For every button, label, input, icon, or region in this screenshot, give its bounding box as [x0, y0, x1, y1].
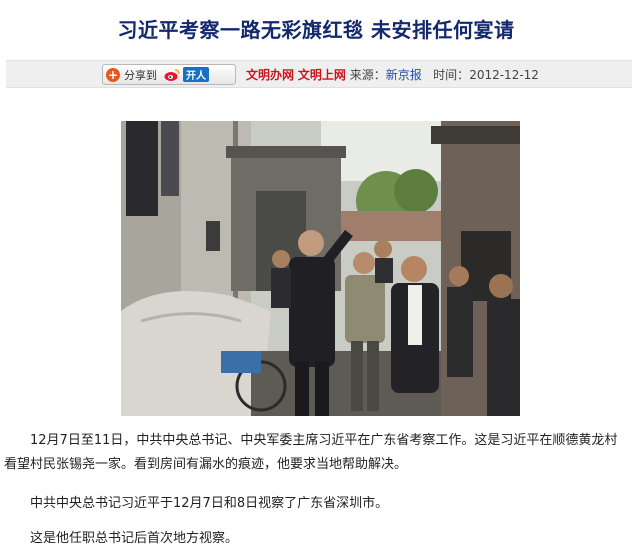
publish-time: 2012-12-12 [469, 68, 539, 82]
plus-circle-icon: + [106, 67, 120, 82]
paragraph-1: 12月7日至11日，中共中央总书记、中央军委主席习近平在广东省考察工作。这是习近… [4, 433, 618, 472]
share-button[interactable]: + 分享到 开人 [102, 64, 236, 85]
meta-bar: + 分享到 开人 文明办网 文明上网 来源：新京报 时间：2012-12-12 [6, 60, 632, 88]
time-label: 时间： [433, 68, 470, 82]
article-title: 习近平考察一路无彩旗红毯 未安排任何宴请 [117, 18, 515, 42]
site-link-1[interactable]: 文明办网 [246, 68, 294, 82]
paragraph-2: 中共中央总书记习近平于12月7日和8日视察了广东省深圳市。 [30, 496, 389, 511]
weibo-icon[interactable] [164, 68, 180, 82]
site-link-2[interactable]: 文明上网 [298, 68, 346, 82]
meta-info: 文明办网 文明上网 来源：新京报 时间：2012-12-12 [246, 66, 539, 83]
article-photo [121, 121, 520, 416]
renren-icon[interactable]: 开人 [183, 67, 209, 82]
share-label: 分享到 [124, 68, 157, 82]
source-link[interactable]: 新京报 [386, 68, 422, 82]
source-label: 来源： [349, 68, 386, 82]
paragraph-3: 这是他任职总书记后首次地方视察。 [30, 531, 239, 546]
